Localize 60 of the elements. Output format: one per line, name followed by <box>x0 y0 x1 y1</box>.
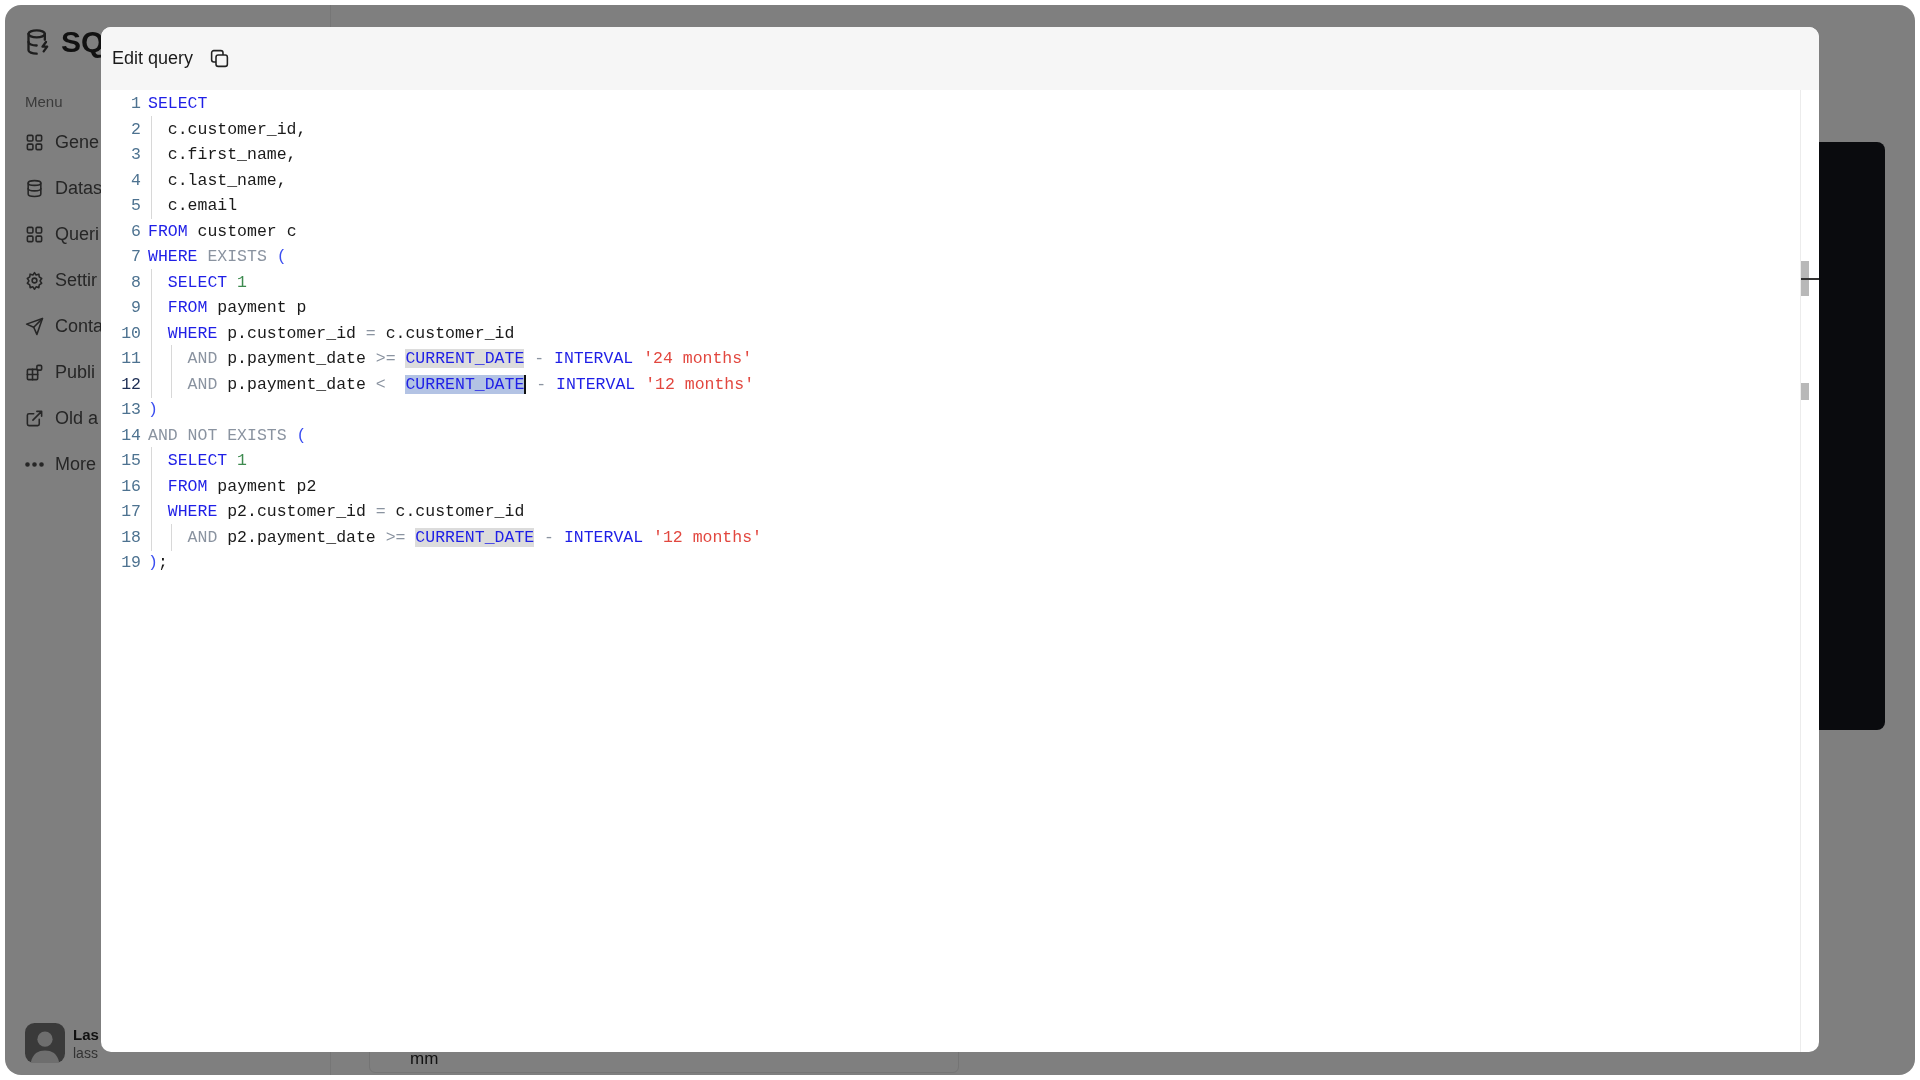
line-number: 3 <box>130 145 142 165</box>
line-number: 1 <box>130 94 142 114</box>
code-line: c.email <box>148 196 238 216</box>
code-line: FROM payment p <box>148 298 307 318</box>
sidebar-item[interactable]: More <box>55 453 96 475</box>
sidebar-item[interactable]: Old a <box>55 407 99 429</box>
user-name: Las <box>73 1025 99 1043</box>
line-number: 7 <box>130 247 142 267</box>
line-number: 2 <box>130 119 142 139</box>
copy-icon[interactable] <box>209 48 231 69</box>
code-line: ); <box>148 553 168 573</box>
code-line: SELECT <box>148 94 208 114</box>
code-line: WHERE EXISTS ( <box>148 247 287 267</box>
dialog-title: Edit query <box>112 48 194 69</box>
line-number: 6 <box>130 221 142 241</box>
grid-plus-icon <box>25 362 44 382</box>
code-line: WHERE p.customer_id = c.customer_id <box>148 323 515 343</box>
line-number: 17 <box>120 502 142 522</box>
code-line: c.last_name, <box>148 170 287 190</box>
line-number: 8 <box>130 272 142 292</box>
code-line: c.customer_id, <box>148 119 307 139</box>
line-number: 4 <box>130 170 142 190</box>
code-line: FROM customer c <box>148 221 297 241</box>
gear-icon <box>25 270 44 290</box>
code-line: FROM payment p2 <box>148 476 317 496</box>
menu-heading: Menu <box>25 93 63 110</box>
sidebar-item[interactable]: Queri <box>55 223 99 245</box>
sidebar-item[interactable]: Conta <box>55 315 104 337</box>
line-number: 15 <box>120 451 142 471</box>
line-number: 9 <box>130 298 142 318</box>
grid-icon <box>25 132 44 152</box>
grid-icon <box>25 224 44 244</box>
line-number: 13 <box>120 400 142 420</box>
code-line: c.first_name, <box>148 145 297 165</box>
sidebar-item[interactable]: Datas <box>55 177 103 199</box>
scroll-marker <box>1801 383 1809 400</box>
cursor-marker <box>1801 278 1819 280</box>
database-icon <box>25 178 44 198</box>
code-line: ) <box>148 400 158 420</box>
app-name: SQ <box>61 25 105 59</box>
line-number: 14 <box>120 425 142 445</box>
avatar <box>25 1023 65 1063</box>
line-number: 11 <box>120 349 142 369</box>
external-link-icon <box>25 408 44 428</box>
user-email: lass <box>73 1044 98 1061</box>
code-line: AND NOT EXISTS ( <box>148 425 307 445</box>
line-number: 19 <box>120 553 142 573</box>
sidebar-item[interactable]: Gene <box>55 131 100 153</box>
code-line: SELECT 1 <box>148 272 248 292</box>
code-line: WHERE p2.customer_id = c.customer_id <box>148 502 525 522</box>
line-number: 10 <box>120 323 142 343</box>
send-icon <box>25 316 44 336</box>
line-number: 16 <box>120 476 142 496</box>
more-icon <box>25 461 44 467</box>
sidebar-item[interactable]: Publi <box>55 361 96 383</box>
line-number: 12 <box>120 374 142 394</box>
line-number: 5 <box>130 196 142 216</box>
sidebar-item[interactable]: Settir <box>55 269 97 291</box>
line-number: 18 <box>120 527 142 547</box>
scroll-marker <box>1801 261 1809 296</box>
